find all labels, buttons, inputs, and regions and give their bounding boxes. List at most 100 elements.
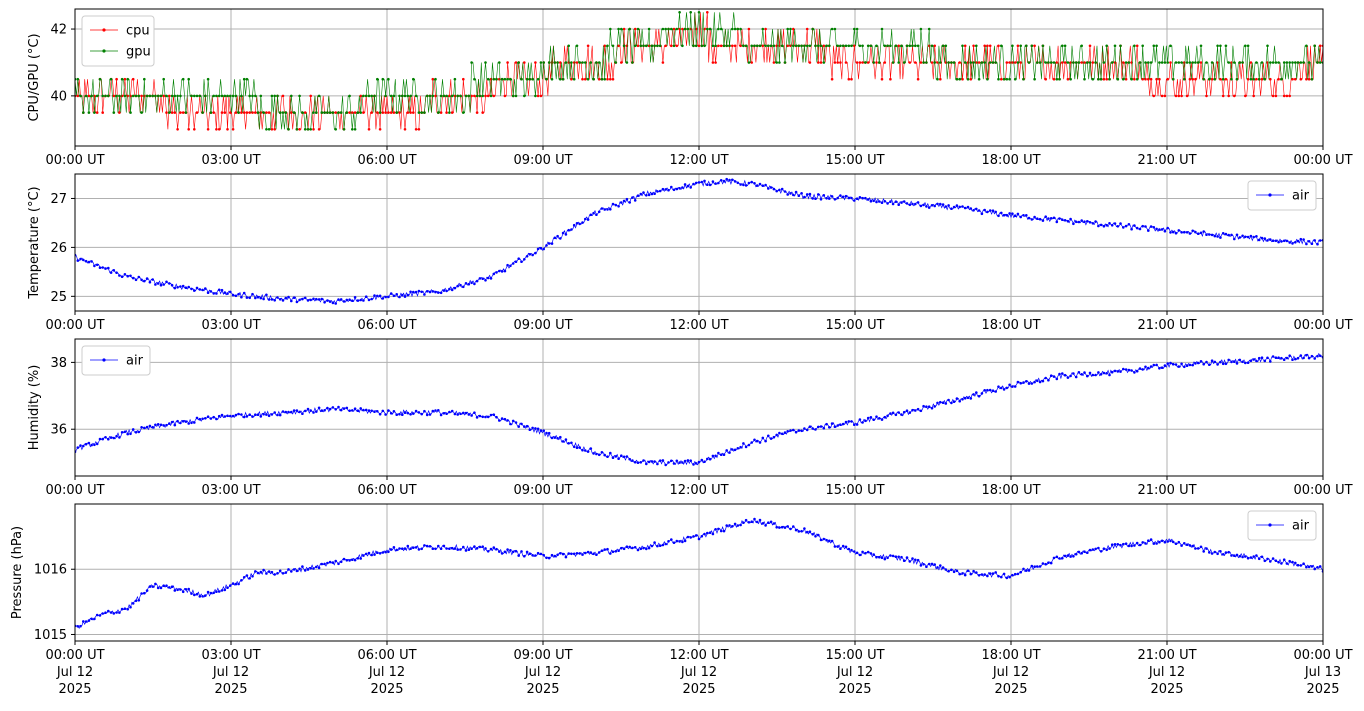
data-point (586, 77, 590, 81)
data-point (462, 111, 465, 114)
data-point (678, 461, 681, 464)
data-point (864, 419, 867, 423)
data-point (814, 44, 817, 48)
data-point (1210, 359, 1214, 363)
data-point (1058, 217, 1061, 220)
data-point (1105, 77, 1108, 81)
data-point (464, 282, 468, 285)
data-point (1224, 232, 1228, 236)
data-point (633, 460, 637, 464)
data-point (295, 300, 299, 304)
data-point (600, 451, 604, 454)
data-point (986, 210, 989, 214)
data-point (717, 181, 720, 185)
data-point (1285, 562, 1289, 565)
data-point (448, 111, 451, 114)
data-point (719, 27, 723, 31)
data-point (445, 412, 448, 416)
data-point (1277, 356, 1280, 360)
data-point (523, 94, 526, 98)
data-point (273, 299, 277, 302)
data-point (708, 457, 712, 461)
data-point (539, 246, 543, 250)
data-point (819, 61, 823, 64)
data-point (902, 200, 906, 203)
data-point (359, 111, 363, 114)
data-point (620, 201, 623, 204)
data-point (104, 267, 107, 270)
data-point (1285, 239, 1289, 243)
legend: air (1247, 180, 1317, 211)
data-point (939, 77, 942, 81)
data-point (758, 518, 762, 522)
data-point (151, 425, 154, 429)
data-point (309, 298, 313, 302)
data-point (642, 546, 645, 550)
data-point (1180, 94, 1183, 98)
data-point (1102, 225, 1106, 228)
data-point (597, 77, 601, 81)
data-point (897, 555, 900, 559)
data-point (1030, 218, 1034, 221)
data-point (797, 44, 801, 48)
data-point (109, 271, 113, 274)
data-point (370, 553, 374, 557)
data-point (115, 434, 118, 438)
y-axis-label: CPU/GPU (°C) (27, 33, 42, 121)
data-point (1113, 369, 1117, 373)
data-point (1063, 44, 1067, 48)
data-point (1288, 241, 1291, 244)
data-point (176, 588, 179, 592)
data-point (1102, 61, 1106, 64)
data-point (1252, 555, 1255, 558)
data-point (706, 27, 709, 31)
data-point (1097, 224, 1100, 228)
data-point (1177, 229, 1181, 232)
data-point (181, 111, 185, 114)
data-point (1108, 547, 1111, 550)
data-point (764, 183, 767, 187)
data-point (234, 111, 238, 114)
data-point (334, 559, 338, 563)
data-point (769, 520, 773, 524)
data-point (384, 550, 387, 554)
data-point (908, 560, 912, 563)
data-point (195, 286, 199, 290)
data-point (292, 409, 296, 412)
data-point (131, 428, 135, 431)
y-axis-label: Humidity (%) (27, 365, 42, 451)
data-point (714, 61, 717, 64)
data-point (292, 111, 296, 114)
data-point (861, 61, 864, 64)
data-point (1188, 363, 1192, 367)
data-point (739, 523, 742, 527)
data-point (847, 44, 851, 48)
data-point (162, 94, 165, 98)
data-point (905, 202, 909, 205)
data-point (1277, 240, 1280, 244)
data-point (1110, 61, 1114, 64)
data-point (267, 128, 271, 131)
data-point (686, 459, 690, 462)
data-point (392, 410, 396, 413)
data-point (1252, 77, 1255, 81)
data-point (193, 421, 196, 424)
data-point (1038, 61, 1042, 64)
data-point (364, 408, 368, 412)
data-point (315, 565, 318, 569)
data-point (412, 546, 415, 549)
data-point (1097, 546, 1100, 550)
data-point (755, 184, 759, 187)
data-point (107, 437, 110, 441)
data-point (841, 544, 845, 548)
data-point (1313, 44, 1316, 48)
data-point (201, 288, 204, 292)
data-point (398, 94, 401, 98)
data-point (342, 557, 346, 561)
data-point (118, 111, 121, 114)
data-point (315, 111, 318, 114)
data-point (389, 94, 393, 98)
data-point (118, 436, 121, 439)
data-point (190, 287, 193, 291)
data-point (1183, 542, 1186, 545)
